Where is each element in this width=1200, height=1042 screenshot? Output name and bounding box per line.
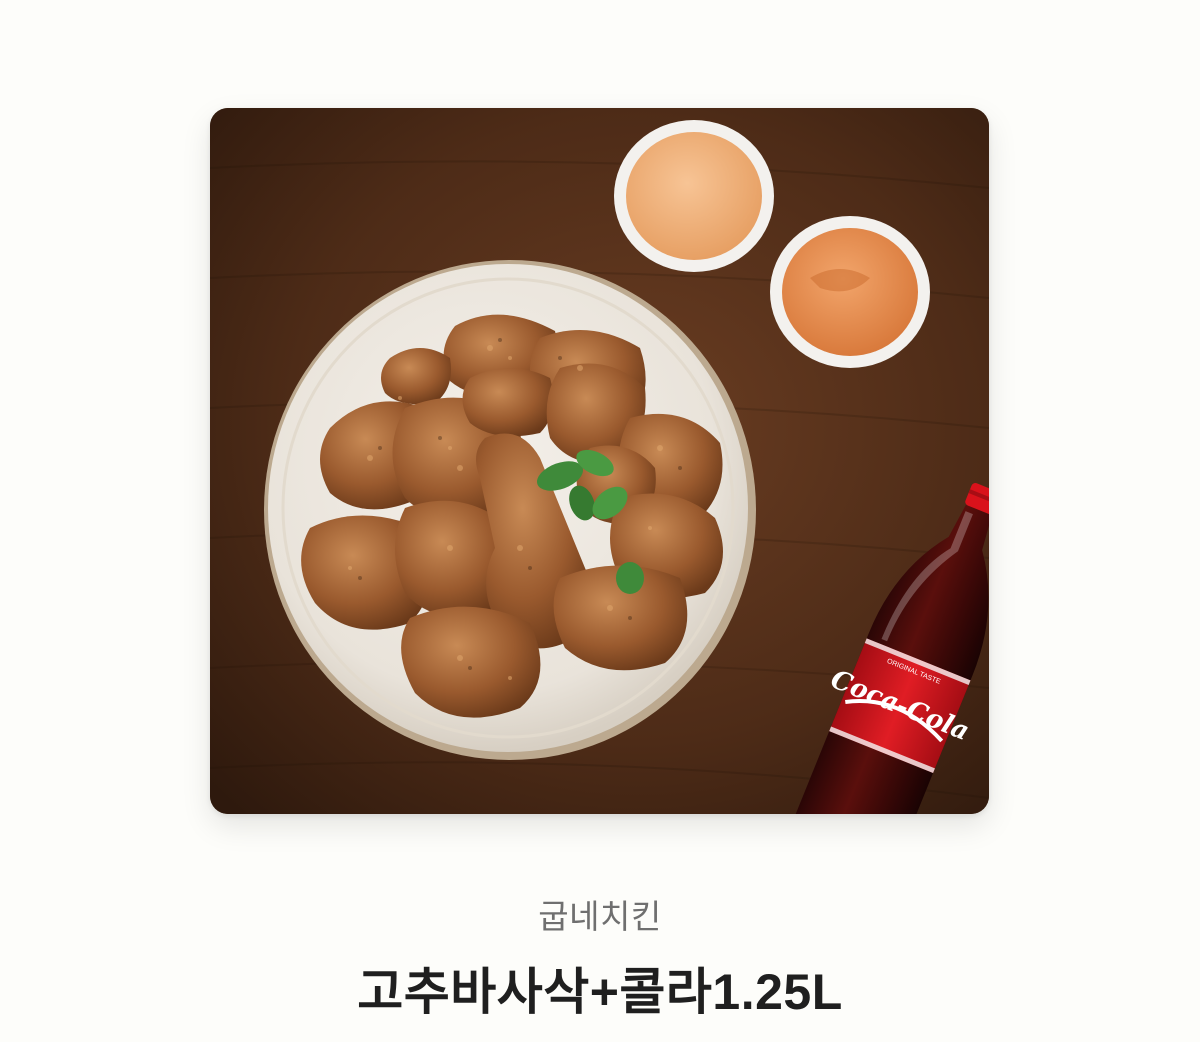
product-image[interactable]: Coca-Cola ORIGINAL TASTE (210, 108, 989, 814)
product-title: 고추바사삭+콜라1.25L (357, 964, 843, 1020)
chicken-cola-photo: Coca-Cola ORIGINAL TASTE (210, 108, 989, 814)
product-page: Coca-Cola ORIGINAL TASTE 굽네치킨 고추바사삭+콜라1.… (0, 0, 1200, 1042)
brand-name: 굽네치킨 (538, 898, 662, 935)
